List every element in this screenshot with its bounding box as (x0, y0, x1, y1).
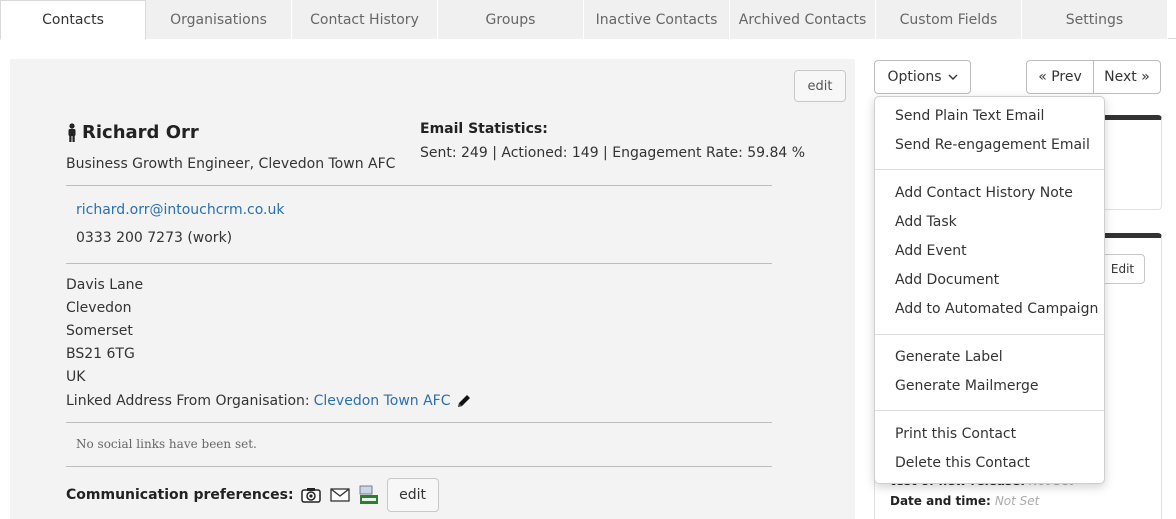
work-icon (359, 485, 378, 504)
tab-organisations[interactable]: Organisations (146, 0, 292, 39)
menu-divider (875, 410, 1104, 411)
address-line: BS21 6TG (66, 346, 135, 362)
tab-archived-contacts[interactable]: Archived Contacts (730, 0, 876, 39)
prev-button[interactable]: « Prev (1027, 61, 1094, 93)
edit-contact-button[interactable]: edit (794, 70, 846, 102)
custom-field: Date and time: Not Set (890, 494, 1039, 508)
menu-divider (875, 169, 1104, 170)
menu-item-send-plain-text-email[interactable]: Send Plain Text Email (895, 108, 1044, 124)
menu-item-delete-contact[interactable]: Delete this Contact (895, 455, 1030, 471)
options-button[interactable]: Options (874, 60, 971, 94)
custom-field-label: Date and time: (890, 494, 991, 508)
tab-inactive-contacts[interactable]: Inactive Contacts (584, 0, 730, 39)
pager: « Prev Next » (1026, 60, 1161, 94)
tab-custom-fields[interactable]: Custom Fields (876, 0, 1022, 39)
chevron-down-icon (948, 74, 958, 80)
contact-name-row: Richard Orr (66, 122, 199, 143)
menu-item-generate-mailmerge[interactable]: Generate Mailmerge (895, 378, 1039, 394)
tab-settings[interactable]: Settings (1022, 0, 1168, 39)
contact-name: Richard Orr (82, 122, 199, 143)
custom-field-value: Not Set (994, 494, 1040, 508)
menu-item-send-reengagement-email[interactable]: Send Re-engagement Email (895, 137, 1090, 153)
person-icon (68, 122, 76, 142)
edit-preferences-button[interactable]: edit (386, 478, 439, 512)
menu-item-generate-label[interactable]: Generate Label (895, 349, 1003, 365)
custom-fields-edit-button[interactable]: Edit (1100, 254, 1145, 284)
divider (66, 185, 772, 186)
menu-item-add-event[interactable]: Add Event (895, 243, 967, 259)
address-line: Somerset (66, 323, 133, 339)
menu-item-add-document[interactable]: Add Document (895, 272, 999, 288)
comm-pref-label: Communication preferences: (66, 487, 294, 503)
menu-divider (875, 334, 1104, 335)
linked-org-link[interactable]: Clevedon Town AFC (314, 393, 451, 409)
linked-address: Linked Address From Organisation: Cleved… (66, 392, 473, 410)
camera-icon (300, 488, 321, 503)
address-line: Davis Lane (66, 277, 144, 293)
linked-address-label: Linked Address From Organisation: (66, 393, 310, 409)
tab-groups[interactable]: Groups (438, 0, 584, 39)
next-button[interactable]: Next » (1094, 61, 1160, 93)
divider (66, 422, 772, 423)
divider (66, 466, 772, 467)
tab-bar: Contacts Organisations Contact History G… (0, 0, 1176, 40)
menu-item-add-contact-history-note[interactable]: Add Contact History Note (895, 185, 1073, 201)
email-stats-title: Email Statistics: (420, 121, 548, 137)
email-link[interactable]: richard.orr@intouchcrm.co.uk (76, 202, 284, 218)
options-label: Options (887, 69, 942, 85)
address-line: UK (66, 369, 86, 385)
email-stats: Sent: 249 | Actioned: 149 | Engagement R… (420, 145, 806, 161)
options-menu: Send Plain Text Email Send Re-engagement… (874, 96, 1105, 484)
job-title: Business Growth Engineer, Clevedon Town … (66, 156, 396, 172)
menu-item-add-to-automated-campaign[interactable]: Add to Automated Campaign (895, 301, 1098, 317)
menu-item-print-contact[interactable]: Print this Contact (895, 426, 1016, 442)
menu-item-add-task[interactable]: Add Task (895, 214, 957, 230)
pencil-icon[interactable] (455, 392, 473, 410)
address-line: Clevedon (66, 300, 132, 316)
communication-preferences: Communication preferences: edit (66, 478, 439, 512)
divider (66, 263, 772, 264)
phone-number: 0333 200 7273 (work) (76, 230, 233, 246)
tab-contacts[interactable]: Contacts (0, 0, 146, 40)
tab-contact-history[interactable]: Contact History (292, 0, 438, 39)
social-links-note: No social links have been set. (76, 437, 257, 451)
mail-icon (329, 488, 350, 502)
